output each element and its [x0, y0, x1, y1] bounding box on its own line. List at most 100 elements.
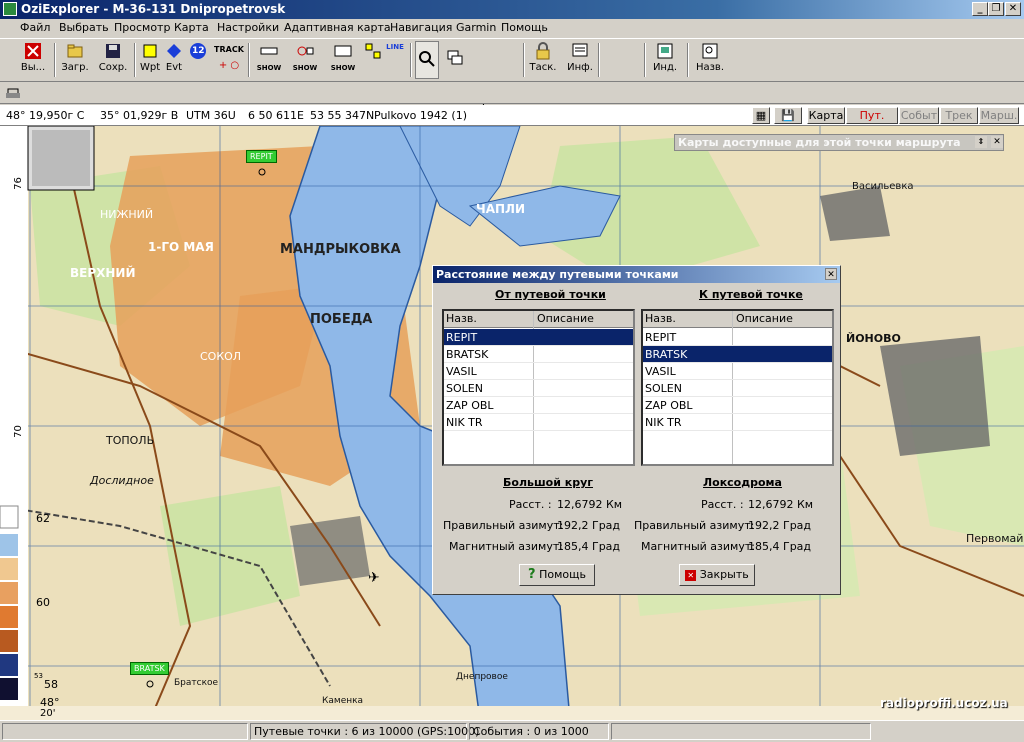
- show1-label: SHOW: [256, 64, 282, 72]
- separator: [54, 43, 56, 77]
- lox-true-azimuth-value: 192,2 Град: [748, 519, 812, 532]
- menu-help[interactable]: Помощь: [501, 21, 548, 34]
- show-wpt-icon: [260, 47, 278, 55]
- name-search-button[interactable]: Назв.: [693, 41, 727, 79]
- menu-garmin[interactable]: Garmin: [456, 21, 496, 34]
- tab-events[interactable]: Событ: [899, 107, 939, 124]
- gc-distance-label: Расст. :: [509, 498, 552, 511]
- show-track-icon: [334, 45, 352, 57]
- to-waypoint-list[interactable]: Назв. Описание REPIT BRATSK VASIL SOLEN ZAP …: [641, 309, 834, 466]
- menu-map[interactable]: Карта: [174, 21, 209, 34]
- from-waypoint-list[interactable]: Назв. Описание REPIT BRATSK VASIL SOLEN ZAP …: [442, 309, 635, 466]
- from-waypoint-row[interactable]: SOLEN: [444, 380, 633, 397]
- tab-map[interactable]: Карта: [807, 107, 845, 124]
- from-col-desc: Описание: [537, 312, 594, 325]
- to-waypoint-row[interactable]: ZAP OBL: [643, 397, 832, 414]
- close-icon: ✕: [685, 569, 697, 581]
- dialog-close-icon[interactable]: ✕: [825, 268, 837, 280]
- info-button[interactable]: Инф.: [565, 41, 595, 79]
- to-waypoint-row-name: REPIT: [645, 331, 677, 344]
- waypoint-icon: [143, 44, 157, 58]
- grid-label-70: 70: [12, 425, 24, 438]
- help-label: Помощь: [539, 568, 586, 581]
- waypoint-label-repit[interactable]: REPIT: [246, 150, 277, 163]
- waypoint-button[interactable]: Wpt: [140, 41, 160, 79]
- lox-mag-azimuth-value: 185,4 Град: [748, 540, 812, 553]
- map-label-verkhniy: ВЕРХНИЙ: [70, 266, 136, 280]
- help-button[interactable]: ? Помощь: [519, 564, 595, 586]
- from-waypoint-row-name: NIK TR: [446, 416, 483, 429]
- line-button[interactable]: LINE: [384, 41, 406, 79]
- menu-view[interactable]: Просмотр: [114, 21, 170, 34]
- to-waypoint-row[interactable]: SOLEN: [643, 380, 832, 397]
- menu-select[interactable]: Выбрать: [59, 21, 109, 34]
- map-thumb-button[interactable]: ▦: [752, 107, 770, 124]
- exit-button[interactable]: Вы...: [18, 41, 48, 79]
- panel-move-icon[interactable]: ⇕: [975, 136, 987, 148]
- to-col-desc: Описание: [736, 312, 793, 325]
- separator: [248, 43, 250, 77]
- track-button[interactable]: TRACK + ○: [214, 41, 244, 79]
- toolbar: Вы... Загр. Сохр. Wpt Evt 12 TRACK + ○ S…: [0, 38, 1024, 119]
- grid-label-62: 62: [36, 512, 50, 525]
- find-button[interactable]: [415, 41, 439, 79]
- menu-adaptive-map[interactable]: Адаптивная карта: [284, 21, 391, 34]
- to-waypoint-row[interactable]: VASIL: [643, 363, 832, 380]
- show-events-button[interactable]: SHOW: [290, 41, 320, 79]
- to-waypoint-row-name: NIK TR: [645, 416, 682, 429]
- lock-icon: [536, 42, 550, 60]
- map-label-vasilevka: Васильевка: [852, 181, 914, 192]
- to-waypoint-row[interactable]: NIK TR: [643, 414, 832, 431]
- from-waypoint-header: От путевой точки: [495, 288, 606, 301]
- gps-button[interactable]: 12: [188, 41, 208, 79]
- from-waypoint-row[interactable]: BRATSK: [444, 346, 633, 363]
- save-button[interactable]: Сохр.: [98, 41, 128, 79]
- panel-close-icon[interactable]: ✕: [991, 136, 1003, 148]
- close-window-button[interactable]: ✕: [1005, 2, 1021, 16]
- exit-label: Вы...: [20, 62, 46, 73]
- tab-waypoints[interactable]: Пут. точ.: [846, 107, 898, 137]
- separator: [687, 43, 689, 77]
- from-waypoint-row[interactable]: ZAP OBL: [444, 397, 633, 414]
- menu-navigation[interactable]: Навигация: [390, 21, 452, 34]
- waypoint-label-bratsk[interactable]: BRATSK: [130, 662, 169, 675]
- task-button[interactable]: Таск.: [528, 41, 558, 79]
- menu-settings[interactable]: Настройки: [217, 21, 279, 34]
- map-label-sokol: СОКОЛ: [200, 350, 242, 363]
- maximize-button[interactable]: ❐: [988, 2, 1004, 16]
- grid-label-76: 76: [12, 177, 24, 190]
- to-waypoint-row-name: SOLEN: [645, 382, 682, 395]
- naz-label: Назв.: [695, 62, 725, 73]
- window-button[interactable]: [444, 41, 466, 79]
- secondary-toolbar: [0, 82, 1024, 104]
- from-waypoint-row[interactable]: NIK TR: [444, 414, 633, 431]
- from-waypoint-row[interactable]: REPIT: [444, 329, 633, 346]
- map-label-topol: ТОПОЛЬ: [106, 434, 155, 447]
- show-waypoints-button[interactable]: SHOW: [254, 41, 284, 79]
- event-button[interactable]: Evt: [163, 41, 185, 79]
- show-tracks-button[interactable]: SHOW: [328, 41, 358, 79]
- save-map-button[interactable]: 💾: [774, 107, 802, 124]
- to-waypoint-row[interactable]: REPIT: [643, 329, 832, 346]
- from-waypoint-row[interactable]: VASIL: [444, 363, 633, 380]
- tab-track[interactable]: Трек: [940, 107, 978, 124]
- to-waypoint-row-name: VASIL: [645, 365, 676, 378]
- to-waypoint-row[interactable]: BRATSK: [643, 346, 832, 363]
- moving-map-icon[interactable]: [5, 85, 21, 101]
- menu-file[interactable]: Файл: [20, 21, 50, 34]
- available-maps-title: Карты доступные для этой точки маршрута: [678, 136, 961, 149]
- separator: [644, 43, 646, 77]
- loxodrome-header: Локсодрома: [703, 476, 782, 489]
- index-button[interactable]: Инд.: [650, 41, 680, 79]
- load-button[interactable]: Загр.: [60, 41, 90, 79]
- route-button[interactable]: [364, 41, 382, 79]
- ind-label: Инд.: [652, 62, 678, 73]
- floppy-icon: [106, 44, 120, 58]
- tab-route[interactable]: Марш.: [979, 107, 1019, 124]
- close-button[interactable]: ✕ Закрыть: [679, 564, 755, 586]
- load-label: Загр.: [61, 62, 89, 73]
- minimize-button[interactable]: _: [972, 2, 988, 16]
- map-label-chapli: ЧАПЛИ: [476, 202, 526, 216]
- show-evt-icon: [297, 46, 314, 56]
- event-icon: [167, 44, 181, 58]
